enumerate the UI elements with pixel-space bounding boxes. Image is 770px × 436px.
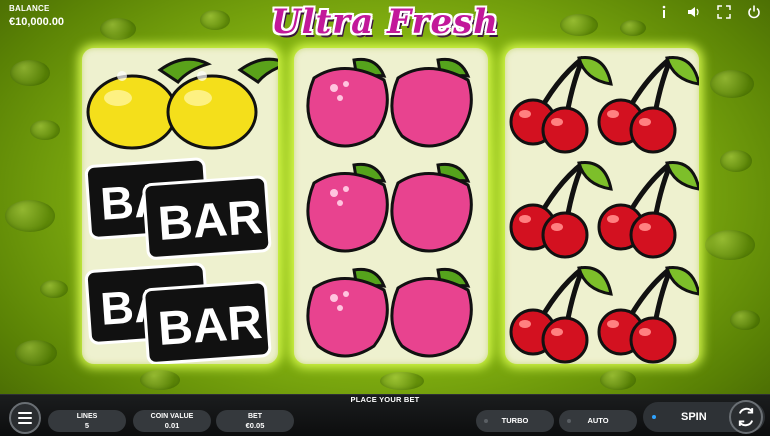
svg-text:BAR: BAR	[156, 191, 263, 251]
auto-indicator	[567, 419, 571, 423]
bet-label: BET	[248, 413, 262, 420]
sound-icon[interactable]	[686, 4, 702, 20]
turbo-label: TURBO	[501, 416, 529, 425]
cherry-symbol	[505, 50, 699, 155]
fullscreen-icon[interactable]	[716, 4, 732, 20]
menu-button[interactable]	[9, 402, 41, 434]
lines-label: LINES	[76, 413, 98, 420]
game-logo: Ultra Fresh	[271, 2, 499, 42]
auto-label: AUTO	[587, 416, 609, 425]
raspberry-symbol	[294, 260, 488, 364]
raspberry-symbol	[294, 155, 488, 260]
info-icon[interactable]	[656, 4, 672, 20]
power-icon[interactable]	[746, 4, 762, 20]
spin-label: SPIN	[681, 411, 707, 423]
svg-text:BAR: BAR	[156, 296, 263, 356]
lemon-symbol	[82, 50, 278, 155]
auto-toggle[interactable]: AUTO	[559, 410, 637, 432]
turbo-toggle[interactable]: TURBO	[476, 410, 554, 432]
turbo-indicator	[484, 419, 488, 423]
reel-1: BAR BAR BAR BAR	[82, 48, 278, 364]
bar-symbol: BAR BAR	[82, 155, 278, 260]
bet-value: €0.05	[245, 421, 265, 430]
reel-2	[294, 48, 488, 364]
top-toolbar	[656, 4, 762, 20]
lines-selector[interactable]: LINES 5	[48, 410, 126, 432]
coin-value-selector[interactable]: COIN VALUE 0.01	[133, 410, 211, 432]
coin-value-label: COIN VALUE	[150, 413, 194, 420]
coin-value-value: 0.01	[164, 421, 180, 430]
bar-symbol: BAR BAR	[82, 260, 278, 364]
cherry-symbol	[505, 260, 699, 364]
bet-selector[interactable]: BET €0.05	[216, 410, 294, 432]
lines-value: 5	[84, 421, 90, 430]
cherry-symbol	[505, 155, 699, 260]
reel-3	[505, 48, 699, 364]
spin-indicator	[652, 415, 656, 419]
raspberry-symbol	[294, 50, 488, 155]
spin-button[interactable]	[729, 400, 763, 434]
menu-icon	[18, 412, 32, 414]
refresh-icon	[738, 407, 754, 427]
